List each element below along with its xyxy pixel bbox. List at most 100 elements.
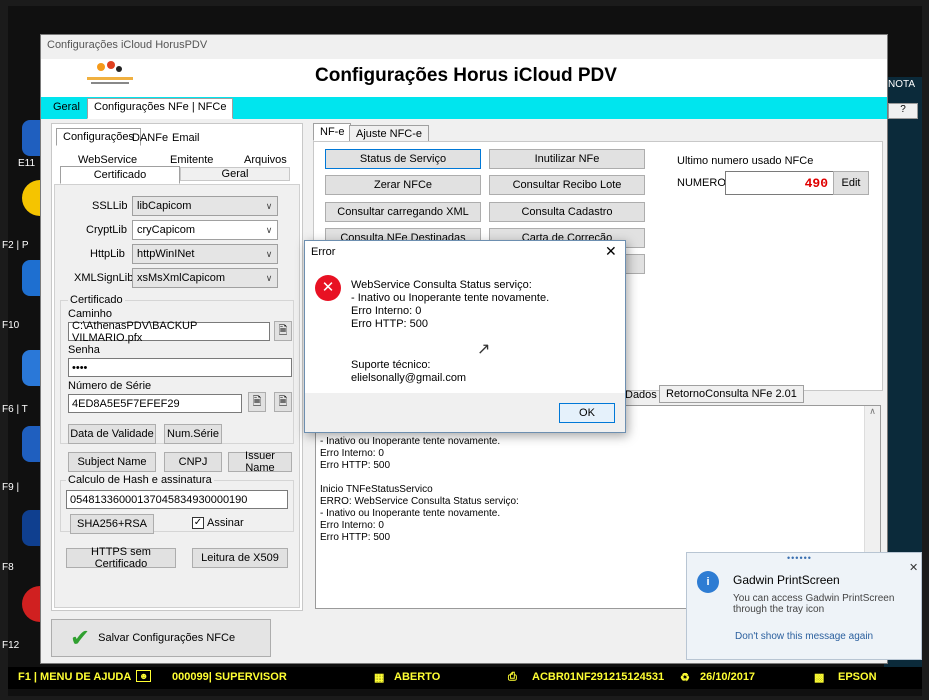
- inutilizar-nfe-button[interactable]: Inutilizar NFe: [489, 149, 645, 169]
- subtab-geral[interactable]: Geral: [180, 167, 290, 181]
- ssllib-label: SSLLib: [92, 200, 128, 212]
- ultimo-numero-label: Ultimo numero usado NFCe: [677, 155, 814, 167]
- chevron-down-icon: ∨: [265, 248, 273, 259]
- status-servico-button[interactable]: Status de Serviço: [325, 149, 481, 169]
- httplib-label: HttpLib: [90, 248, 125, 260]
- serie-button-2[interactable]: 🗎: [274, 392, 292, 412]
- salvar-label: Salvar Configurações NFCe: [98, 632, 236, 644]
- chevron-down-icon: ∨: [265, 272, 273, 283]
- dialog-line: elielsonally@gmail.com: [351, 372, 467, 384]
- https-sem-cert-button[interactable]: HTTPS sem Certificado: [66, 546, 176, 570]
- assinar-label: Assinar: [207, 517, 244, 529]
- dialog-title: Error: [311, 246, 336, 258]
- window-title: Configurações iCloud HorusPDV: [47, 39, 208, 51]
- hash-input[interactable]: 05481336000137045834930000190: [66, 490, 288, 509]
- consultar-xml-button[interactable]: Consultar carregando XML: [325, 202, 481, 222]
- edit-button[interactable]: Edit: [833, 171, 869, 195]
- subtab-emitente[interactable]: Emitente: [170, 154, 213, 166]
- num-serie-button[interactable]: Num.Série: [164, 424, 222, 444]
- serie-input[interactable]: 4ED8A5E5F7EFEF29: [68, 394, 242, 413]
- register-icon: ▦: [374, 672, 385, 684]
- tab-email[interactable]: Email: [172, 132, 200, 144]
- salvar-config-button[interactable]: ✔ Salvar Configurações NFCe: [51, 619, 271, 657]
- dialog-line: - Inativo ou Inoperante tente novamente.: [351, 292, 550, 304]
- zerar-nfce-button[interactable]: Zerar NFCe: [325, 175, 481, 195]
- desktop-label-7: F12: [2, 640, 20, 651]
- app-heading: Configurações Horus iCloud PDV: [315, 65, 617, 86]
- toast-title: Gadwin PrintScreen: [733, 573, 840, 587]
- ok-button[interactable]: OK: [559, 403, 615, 423]
- consultar-recibo-button[interactable]: Consultar Recibo Lote: [489, 175, 645, 195]
- leitura-x509-button[interactable]: Leitura de X509: [192, 548, 288, 568]
- browse-file-button[interactable]: 🗎: [274, 321, 292, 341]
- log-line: Erro Interno: 0: [320, 448, 384, 459]
- error-dialog: Error ✕ ✕ WebService Consulta Status ser…: [304, 240, 626, 433]
- senha-input[interactable]: ••••: [68, 358, 292, 377]
- xmlsignlib-select[interactable]: xsMsXmlCapicom ∨: [132, 268, 278, 288]
- user-label: 000099| SUPERVISOR: [172, 671, 287, 683]
- consulta-cadastro-button[interactable]: Consulta Cadastro: [489, 202, 645, 222]
- subject-name-button[interactable]: Subject Name: [68, 452, 156, 472]
- desktop-label-5: F9 |: [2, 482, 20, 493]
- log-line: ERRO: WebService Consulta Status serviço…: [320, 496, 519, 507]
- log-line: - Inativo ou Inoperante tente novamente.: [320, 508, 501, 519]
- xmlsignlib-value: xsMsXmlCapicom: [137, 272, 226, 284]
- desktop-label-4: F6 | T: [2, 404, 28, 415]
- log-line: Erro HTTP: 500: [320, 532, 391, 543]
- tab-retorno-consulta[interactable]: RetornoConsulta NFe 2.01: [659, 385, 804, 403]
- senha-label: Senha: [68, 344, 100, 356]
- httplib-select[interactable]: httpWinINet ∨: [132, 244, 278, 264]
- help-button[interactable]: ?: [888, 103, 918, 119]
- tab-config-nfe[interactable]: Configurações NFe | NFCe: [87, 98, 234, 119]
- xmlsignlib-label: XMLSignLib: [74, 272, 134, 284]
- close-icon[interactable]: ✕: [605, 243, 617, 260]
- caminho-label: Caminho: [68, 308, 113, 320]
- caminho-input[interactable]: C:\AthenasPDV\BACKUP VILMARIO.pfx: [68, 320, 270, 344]
- tab-nfe[interactable]: NF-e: [313, 123, 352, 141]
- doc-label: ACBR01NF291215124531: [532, 671, 665, 683]
- subtab-arquivos[interactable]: Arquivos: [244, 154, 287, 166]
- file-icon: 🗎: [252, 395, 262, 408]
- subtab-webservice[interactable]: WebService: [78, 154, 137, 166]
- assinar-checkbox[interactable]: ✓: [192, 517, 204, 529]
- serie-button-1[interactable]: 🗎: [248, 392, 266, 412]
- file-icon: 🗎: [278, 395, 288, 408]
- issuer-name-button[interactable]: Issuer Name: [228, 450, 292, 474]
- cnpj-button[interactable]: CNPJ: [164, 452, 222, 472]
- tab-configuracoes[interactable]: Configurações: [56, 128, 141, 146]
- subtab-certificado[interactable]: Certificado: [60, 166, 180, 184]
- toast-body: You can access Gadwin PrintScreen throug…: [733, 593, 895, 615]
- dialog-line: WebService Consulta Status serviço:: [351, 279, 532, 291]
- log-line: Erro Interno: 0: [320, 520, 384, 531]
- httplib-value: httpWinINet: [137, 248, 195, 260]
- help-shortcut[interactable]: F1 | MENU DE AJUDA: [18, 671, 131, 683]
- left-panel: Configurações DANFe Email WebService Emi…: [51, 123, 303, 611]
- printer-label: EPSON: [838, 671, 877, 683]
- company-logo: [87, 61, 133, 84]
- dialog-line: Erro Interno: 0: [351, 305, 422, 317]
- tab-danfe[interactable]: DANFe: [132, 132, 168, 144]
- chevron-down-icon: ∨: [265, 224, 273, 235]
- certificado-group-label: Certificado: [68, 294, 125, 306]
- checkmark-icon: ✔: [70, 624, 91, 652]
- file-icon: 🗎: [278, 324, 288, 337]
- date-label: 26/10/2017: [700, 671, 756, 683]
- desktop-label-2: F2 | P: [2, 240, 29, 251]
- ssllib-select[interactable]: libCapicom ∨: [132, 196, 278, 216]
- toast-link[interactable]: Don't show this message again: [735, 631, 873, 642]
- tab-dados[interactable]: Dados: [625, 389, 657, 401]
- cryptlib-select[interactable]: cryCapicom ∨: [132, 220, 278, 240]
- dialog-footer: OK: [305, 393, 625, 432]
- cryptlib-value: cryCapicom: [137, 224, 196, 236]
- chevron-down-icon: ∨: [265, 200, 273, 211]
- status-label: ABERTO: [394, 671, 441, 683]
- tab-geral[interactable]: Geral: [53, 101, 80, 113]
- sha256-button[interactable]: SHA256+RSA: [70, 514, 154, 534]
- scroll-up-icon[interactable]: ∧: [865, 406, 880, 417]
- numero-input[interactable]: 490: [725, 171, 835, 195]
- error-icon: ✕: [315, 275, 341, 301]
- desktop-label-1: E11: [18, 158, 36, 169]
- data-validade-button[interactable]: Data de Validade: [68, 424, 156, 444]
- toast-close-icon[interactable]: ✕: [909, 561, 918, 574]
